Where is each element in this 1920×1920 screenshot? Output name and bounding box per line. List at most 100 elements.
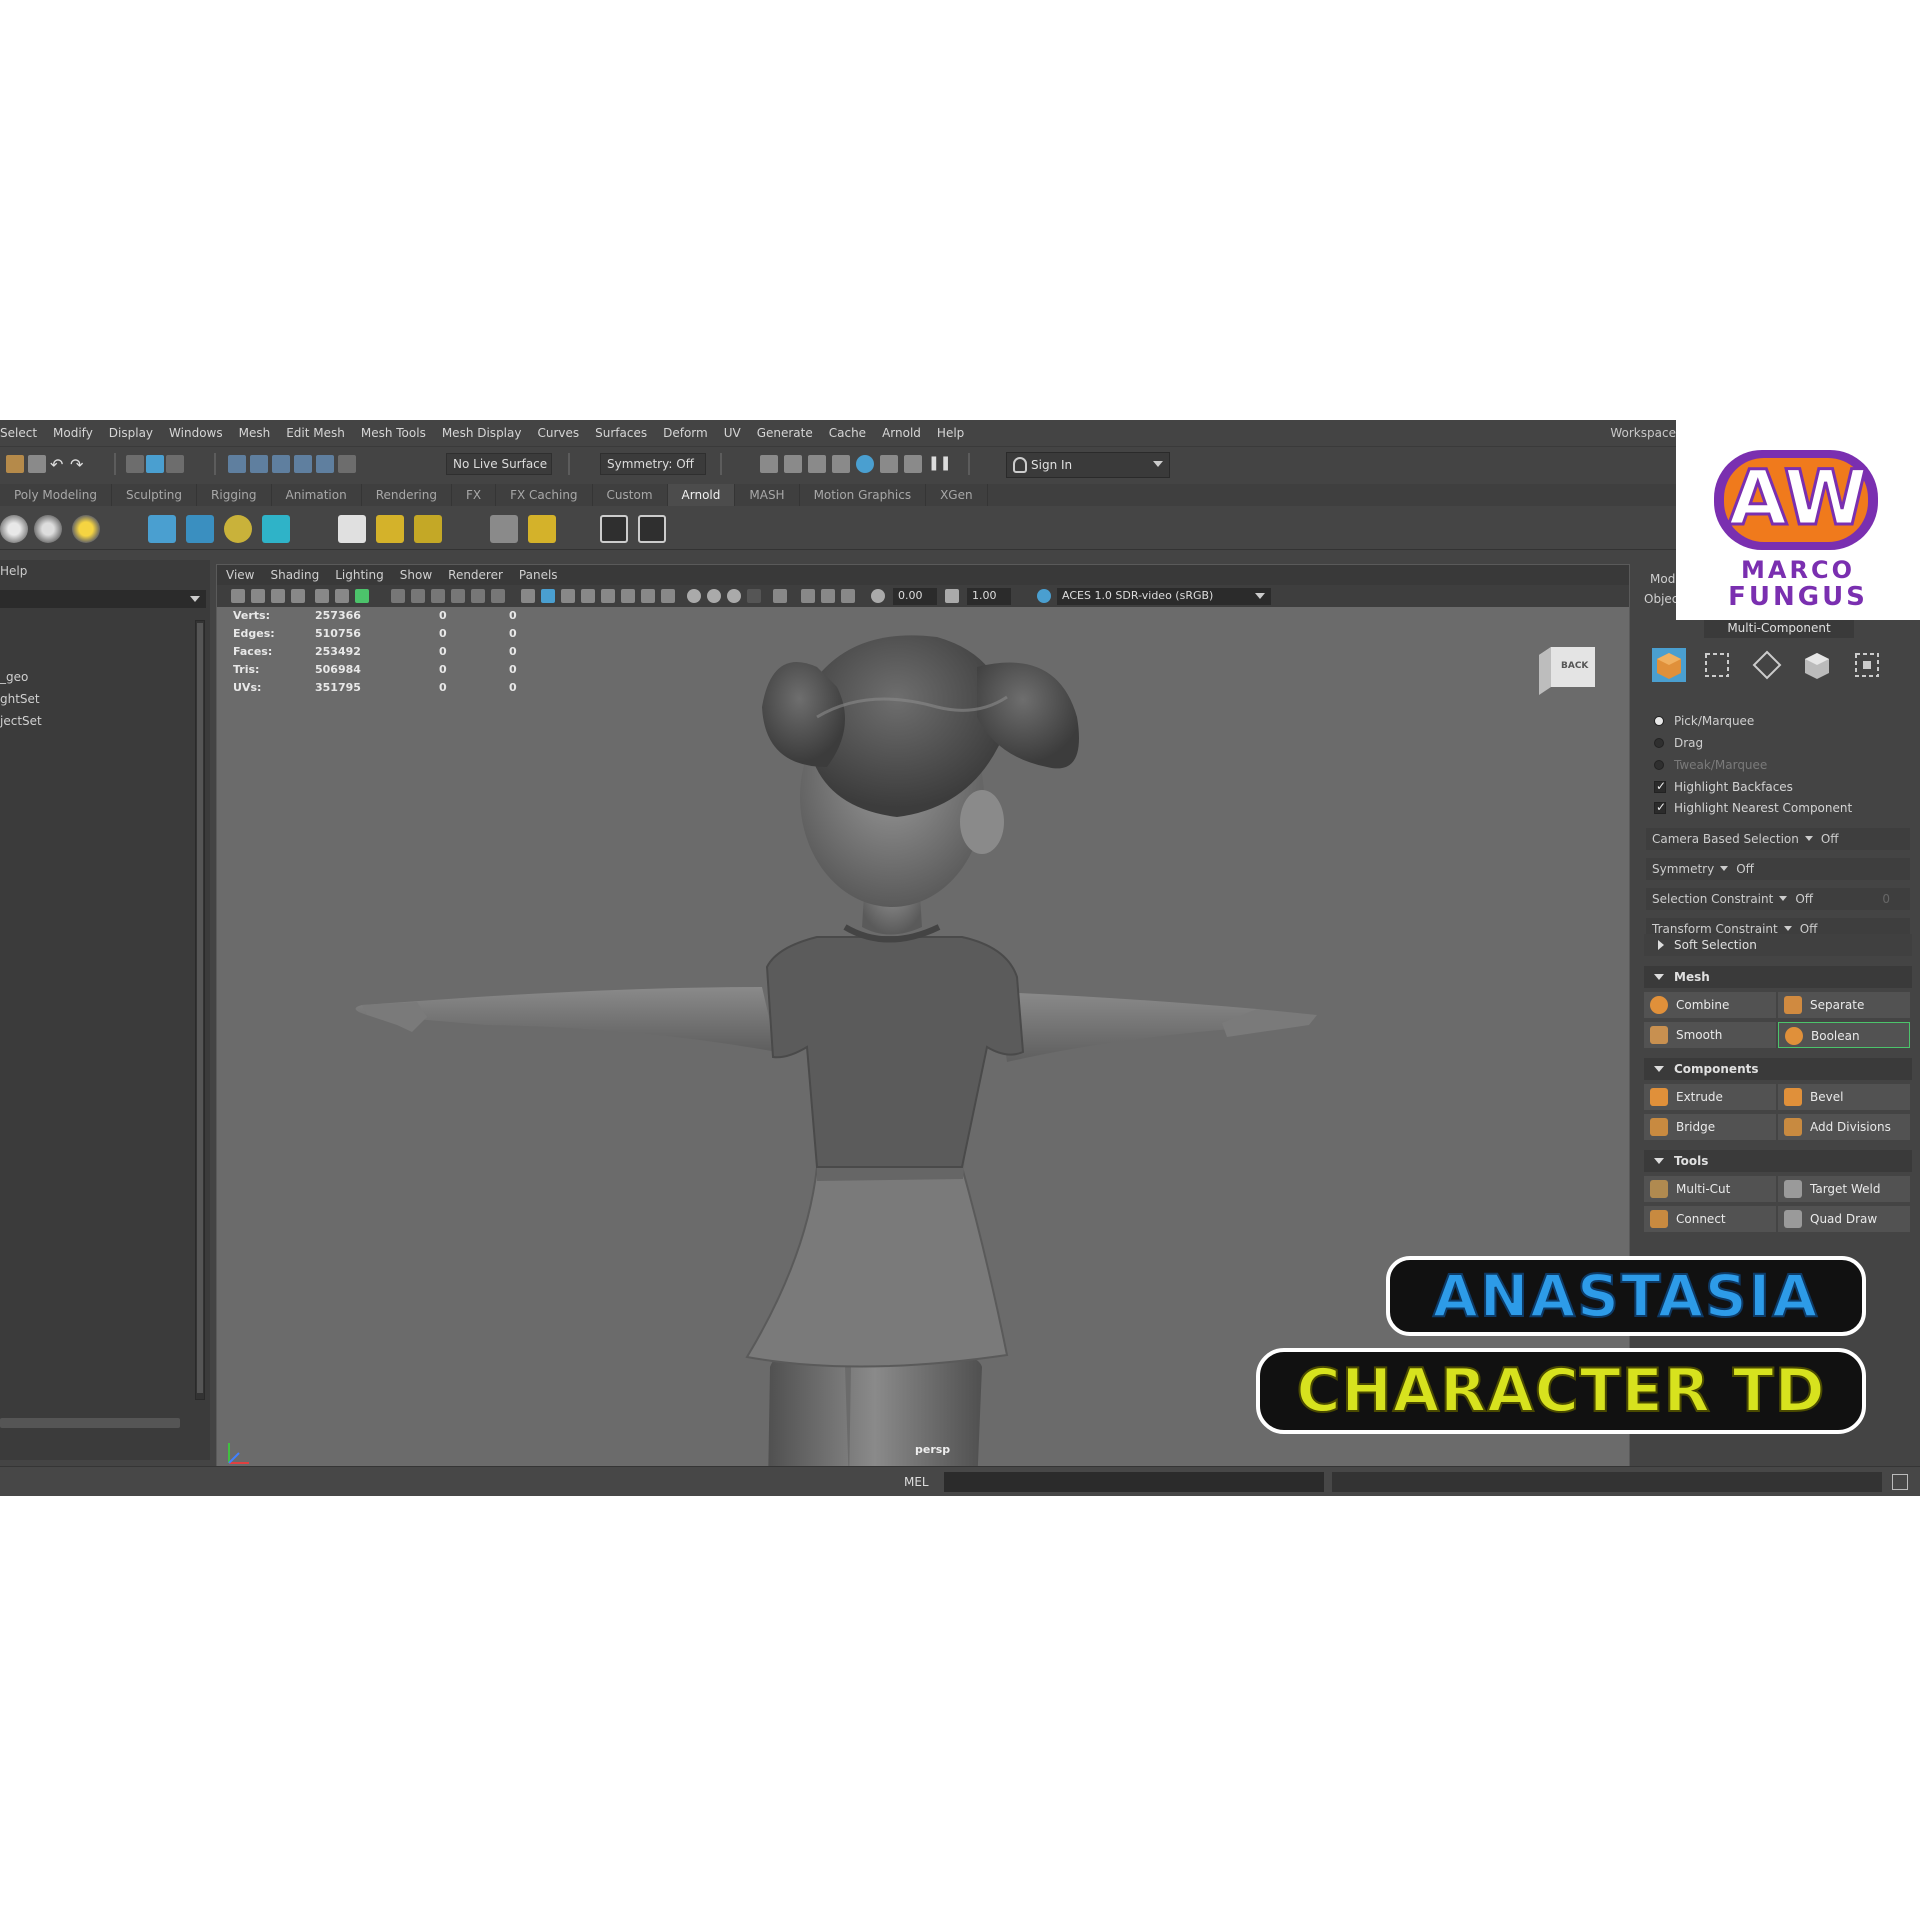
menu-item-display[interactable]: Display: [101, 426, 161, 440]
menu-item-cache[interactable]: Cache: [821, 426, 874, 440]
components-section[interactable]: Components: [1644, 1058, 1912, 1080]
viewport-menu-lighting[interactable]: Lighting: [326, 565, 391, 585]
render-settings-icon[interactable]: [832, 455, 850, 473]
quad-draw-button[interactable]: Quad Draw: [1778, 1206, 1910, 1232]
texture-manager-icon[interactable]: [528, 515, 556, 543]
camera-icon[interactable]: [231, 589, 245, 603]
shelf-tab-xgen[interactable]: XGen: [926, 484, 988, 506]
drag-radio[interactable]: Drag: [1654, 736, 1703, 750]
xray-components-icon[interactable]: [727, 589, 741, 603]
menu-item-generate[interactable]: Generate: [749, 426, 821, 440]
uv-mode-icon[interactable]: [1850, 648, 1884, 682]
target-weld-button[interactable]: Target Weld: [1778, 1176, 1910, 1202]
object-mode-icon[interactable]: [1652, 648, 1686, 682]
viewport-menu-shading[interactable]: Shading: [261, 565, 326, 585]
shelf-tab-fx[interactable]: FX: [452, 484, 497, 506]
menu-item-curves[interactable]: Curves: [529, 426, 587, 440]
shelf-tab-fx-caching[interactable]: FX Caching: [496, 484, 593, 506]
menu-item-edit-mesh[interactable]: Edit Mesh: [278, 426, 353, 440]
motion-blur-icon[interactable]: [821, 589, 835, 603]
tweak-marquee-radio[interactable]: Tweak/Marquee: [1654, 758, 1767, 772]
boolean-button[interactable]: Boolean: [1778, 1022, 1910, 1048]
render-frame-icon[interactable]: [784, 455, 802, 473]
operator-icon[interactable]: [262, 515, 290, 543]
shelf-tab-rendering[interactable]: Rendering: [362, 484, 452, 506]
menu-item-mesh-display[interactable]: Mesh Display: [434, 426, 530, 440]
two-d-pan-icon[interactable]: [335, 589, 349, 603]
image-plane-icon[interactable]: [291, 589, 305, 603]
ambient-occlusion-icon[interactable]: [661, 589, 675, 603]
menu-item-surfaces[interactable]: Surfaces: [587, 426, 655, 440]
stand-in-icon[interactable]: [148, 515, 176, 543]
menu-item-arnold[interactable]: Arnold: [874, 426, 929, 440]
gamma-field[interactable]: 1.00: [967, 588, 1011, 605]
extrude-button[interactable]: Extrude: [1644, 1084, 1776, 1110]
export-stand-in-icon[interactable]: [490, 515, 518, 543]
shelf-tab-mash[interactable]: MASH: [735, 484, 800, 506]
toolkit-option-selection-constraint[interactable]: Selection Constraint Off 0: [1646, 888, 1910, 910]
viewport-menu-panels[interactable]: Panels: [510, 565, 565, 585]
script-language-label[interactable]: MEL: [904, 1475, 929, 1489]
xray-joints-icon[interactable]: [707, 589, 721, 603]
skydome-light-icon[interactable]: [0, 515, 28, 543]
shelf-tab-arnold[interactable]: Arnold: [667, 484, 736, 506]
wireframe-on-shaded-icon[interactable]: [581, 589, 595, 603]
highlight-nearest-checkbox[interactable]: Highlight Nearest Component: [1654, 800, 1852, 815]
film-gate-icon[interactable]: [411, 589, 425, 603]
toolkit-option-symmetry[interactable]: Symmetry Off: [1646, 858, 1910, 880]
exposure-field[interactable]: 0.00: [893, 588, 937, 605]
snap-point-icon[interactable]: [272, 455, 290, 473]
combine-button[interactable]: Combine: [1644, 992, 1776, 1018]
snap-surface-icon[interactable]: [316, 455, 334, 473]
lighting-icon[interactable]: [904, 455, 922, 473]
physical-sky-icon[interactable]: [72, 515, 100, 543]
camera-attributes-icon[interactable]: [251, 589, 265, 603]
shelf-tab-sculpting[interactable]: Sculpting: [112, 484, 198, 506]
checker-icon[interactable]: [338, 515, 366, 543]
grid-icon[interactable]: [391, 589, 405, 603]
default-material-icon[interactable]: [561, 589, 575, 603]
lights-icon[interactable]: [621, 589, 635, 603]
anti-aliasing-icon[interactable]: [841, 589, 855, 603]
shelf-tab-motion-graphics[interactable]: Motion Graphics: [800, 484, 927, 506]
pause-icon[interactable]: ❚❚: [928, 455, 951, 473]
toolkit-option-camera-based-selection[interactable]: Camera Based Selection Off: [1646, 828, 1910, 850]
smooth-button[interactable]: Smooth: [1644, 1022, 1776, 1048]
menu-item-modify[interactable]: Modify: [45, 426, 101, 440]
outliner-item[interactable]: jectSet: [0, 714, 42, 728]
area-light-icon[interactable]: [34, 515, 62, 543]
outliner-horizontal-scrollbar[interactable]: [0, 1418, 180, 1428]
isolate-select-icon[interactable]: [773, 589, 787, 603]
highlight-backfaces-checkbox[interactable]: Highlight Backfaces: [1654, 779, 1793, 794]
curve-collector-icon[interactable]: [224, 515, 252, 543]
script-editor-icon[interactable]: [1892, 1474, 1908, 1490]
xray-icon[interactable]: [687, 589, 701, 603]
menu-item-windows[interactable]: Windows: [161, 426, 231, 440]
redo-icon[interactable]: ↷: [70, 455, 88, 474]
connect-button[interactable]: Connect: [1644, 1206, 1776, 1232]
edge-mode-icon[interactable]: [1750, 648, 1784, 682]
hypershade-icon[interactable]: [856, 455, 874, 473]
toolkit-tab-label[interactable]: Mod: [1650, 572, 1675, 586]
screen-space-ao-icon[interactable]: [801, 589, 815, 603]
textured-icon[interactable]: [601, 589, 615, 603]
viewport-menu-renderer[interactable]: Renderer: [439, 565, 510, 585]
separate-button[interactable]: Separate: [1778, 992, 1910, 1018]
menu-item-deform[interactable]: Deform: [655, 426, 716, 440]
clear-cache-icon[interactable]: [414, 515, 442, 543]
symmetry-dropdown[interactable]: Symmetry: Off: [600, 453, 706, 475]
bookmark-icon[interactable]: [271, 589, 285, 603]
select-by-object-icon[interactable]: [146, 455, 164, 473]
viewport-menu-view[interactable]: View: [217, 565, 261, 585]
arnold-render-view-icon[interactable]: [880, 455, 898, 473]
multi-cut-button[interactable]: Multi-Cut: [1644, 1176, 1776, 1202]
shelf-tab-poly-modeling[interactable]: Poly Modeling: [0, 484, 112, 506]
command-input[interactable]: [944, 1472, 1324, 1492]
render-view-icon[interactable]: [760, 455, 778, 473]
bridge-button[interactable]: Bridge: [1644, 1114, 1776, 1140]
menu-item-uv[interactable]: UV: [716, 426, 749, 440]
live-surface-field[interactable]: No Live Surface: [446, 453, 552, 475]
face-mode-icon[interactable]: [1800, 648, 1834, 682]
snap-grid-icon[interactable]: [228, 455, 246, 473]
pencil-icon[interactable]: [355, 589, 369, 603]
